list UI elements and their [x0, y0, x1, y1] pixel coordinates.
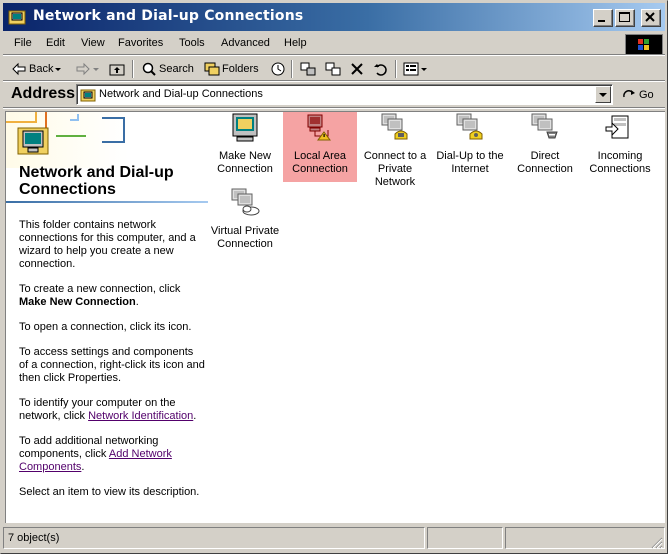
dial-up-internet-icon	[456, 113, 483, 140]
info-pane: Network and Dial-up Connections This fol…	[6, 112, 210, 523]
explorer-window: Network and Dial-up Connections File Edi…	[0, 0, 668, 554]
folders-button[interactable]: Folders	[204, 60, 259, 78]
move-to-button[interactable]	[300, 60, 316, 78]
back-label: Back	[29, 63, 54, 75]
menu-favorites[interactable]: Favorites	[118, 37, 163, 49]
pane-add-para: To add additional networking components,…	[19, 435, 172, 473]
menu-file[interactable]: File	[14, 37, 32, 49]
direct-connection-icon	[531, 113, 558, 139]
menu-edit[interactable]: Edit	[46, 37, 65, 49]
network-folder-icon	[8, 10, 26, 25]
pane-open-text: To open a connection, click its icon.	[19, 321, 192, 333]
icon-label: Make New Connection	[217, 150, 273, 175]
menu-help[interactable]: Help	[284, 37, 307, 49]
icon-label: Dial-Up to the Internet	[436, 150, 504, 175]
status-bar: 7 object(s)	[3, 527, 665, 551]
views-icon	[403, 62, 419, 76]
maximize-icon	[619, 12, 630, 22]
icon-label: Incoming Connections	[589, 150, 651, 175]
icon-label: Connect to a Private Network	[363, 150, 427, 188]
history-button[interactable]	[270, 60, 286, 78]
icon-label: Virtual Private Connection	[210, 225, 280, 250]
icon-local-area-connection[interactable]: Local Area Connection	[283, 112, 357, 182]
banner-graphic	[6, 112, 210, 168]
window-title: Network and Dial-up Connections	[33, 8, 304, 24]
close-button[interactable]	[641, 9, 661, 27]
maximize-button[interactable]	[615, 9, 635, 27]
minimize-button[interactable]	[593, 9, 613, 27]
pane-divider	[6, 201, 208, 203]
folders-icon	[204, 62, 220, 76]
up-folder-icon	[109, 64, 125, 76]
standard-toolbar: Back Search Folders	[3, 57, 665, 81]
menu-view[interactable]: View	[81, 37, 105, 49]
network-identification-link[interactable]: Network Identification	[88, 410, 193, 422]
address-input[interactable]: Network and Dial-up Connections	[76, 84, 613, 105]
local-area-connection-icon	[307, 114, 331, 141]
incoming-connections-icon	[605, 115, 629, 139]
menu-tools[interactable]: Tools	[179, 37, 205, 49]
windows-logo-icon	[625, 34, 663, 55]
status-panel-2	[427, 527, 503, 549]
icon-dial-up-internet[interactable]: Dial-Up to the Internet	[433, 112, 507, 182]
undo-button[interactable]	[373, 60, 389, 78]
connect-private-network-icon	[381, 113, 408, 140]
icon-direct-connection[interactable]: Direct Connection	[508, 112, 582, 182]
address-bar: Address Network and Dial-up Connections …	[3, 82, 665, 108]
move-to-icon	[300, 62, 316, 76]
delete-icon	[351, 63, 363, 75]
icon-virtual-private-connection[interactable]: Virtual Private Connection	[208, 187, 282, 257]
virtual-private-connection-icon	[231, 188, 260, 216]
history-icon	[271, 62, 285, 76]
pane-create-para: To create a new connection, click Make N…	[19, 283, 181, 308]
go-arrow-icon	[623, 90, 635, 98]
search-button[interactable]: Search	[141, 60, 194, 78]
pane-settings-text: To access settings and components of a c…	[19, 346, 205, 384]
forward-button[interactable]	[75, 60, 101, 78]
views-button[interactable]	[403, 60, 429, 78]
title-bar[interactable]: Network and Dial-up Connections	[3, 3, 665, 31]
back-dropdown-icon[interactable]	[53, 61, 63, 77]
pane-create-bold: Make New Connection	[19, 296, 136, 308]
back-button[interactable]: Back	[11, 60, 63, 78]
address-dropdown-button[interactable]	[595, 86, 611, 103]
make-new-connection-icon	[232, 113, 258, 142]
address-value: Network and Dial-up Connections	[99, 88, 263, 100]
status-object-count: 7 object(s)	[3, 527, 425, 549]
forward-dropdown-icon[interactable]	[91, 61, 101, 77]
menu-advanced[interactable]: Advanced	[221, 37, 270, 49]
minimize-icon	[598, 20, 605, 22]
status-panel-3	[505, 527, 665, 549]
icon-label: Local Area Connection	[292, 150, 348, 175]
address-label: Address	[11, 85, 76, 102]
pane-create-text: To create a new connection, click	[19, 283, 181, 295]
go-button[interactable]: Go	[621, 85, 654, 105]
icon-make-new-connection[interactable]: Make New Connection	[208, 112, 282, 182]
menu-bar: File Edit View Favorites Tools Advanced …	[3, 33, 665, 55]
go-label: Go	[639, 89, 654, 101]
search-label: Search	[159, 63, 194, 75]
network-connections-banner-icon	[17, 127, 49, 155]
back-arrow-icon	[12, 62, 26, 76]
pane-select-text: Select an item to view its description.	[19, 486, 200, 498]
copy-to-icon	[325, 62, 341, 76]
views-dropdown-icon[interactable]	[419, 61, 429, 77]
pane-identify-para: To identify your computer on the network…	[19, 397, 197, 422]
folders-label: Folders	[222, 63, 259, 75]
icon-label: Direct Connection	[517, 150, 573, 175]
up-folder-button[interactable]	[109, 60, 125, 78]
icon-incoming-connections[interactable]: Incoming Connections	[583, 112, 657, 182]
close-icon	[645, 12, 655, 22]
copy-to-button[interactable]	[325, 60, 341, 78]
network-folder-icon	[80, 89, 96, 102]
undo-icon	[374, 64, 387, 76]
forward-arrow-icon	[76, 62, 90, 76]
delete-button[interactable]	[349, 60, 365, 78]
resize-grip-icon[interactable]	[651, 537, 663, 549]
folder-content: Network and Dial-up Connections This fol…	[5, 111, 665, 523]
icon-connect-private-network[interactable]: Connect to a Private Network	[358, 112, 432, 188]
pane-title: Network and Dial-up Connections	[19, 164, 174, 198]
search-icon	[142, 62, 156, 76]
pane-intro: This folder contains network connections…	[19, 219, 196, 270]
